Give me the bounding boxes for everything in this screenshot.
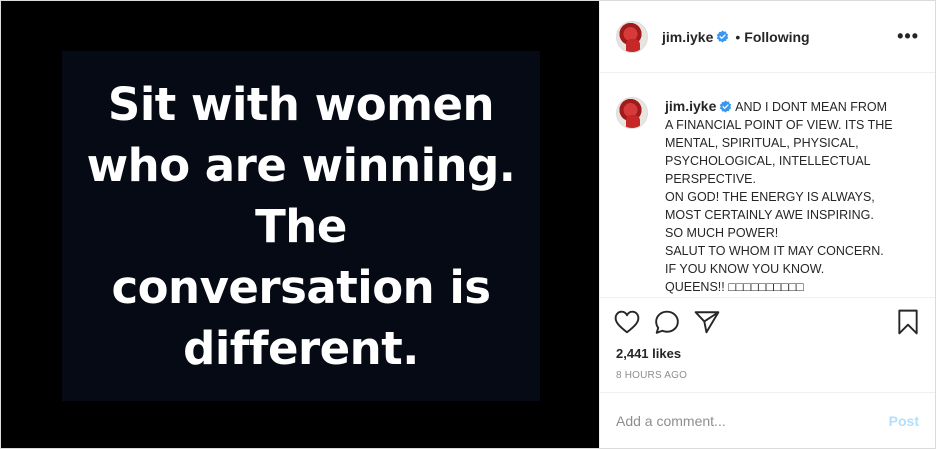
caption-section: jim.iyke AND I DONT MEAN FROM A FINANCIA… xyxy=(600,73,935,298)
caption-line: PSYCHOLOGICAL, INTELLECTUAL xyxy=(665,154,871,168)
avatar[interactable] xyxy=(616,20,648,53)
caption-line: SALUT TO WHOM IT MAY CONCERN. xyxy=(665,244,884,258)
post-comment-button[interactable]: Post xyxy=(889,413,919,429)
caption-line: PERSPECTIVE. xyxy=(665,172,756,186)
caption-line: SO MUCH POWER! xyxy=(665,226,779,240)
heart-icon xyxy=(614,310,640,334)
instagram-post: Sit with women who are winning. The conv… xyxy=(0,0,936,449)
quote-line: The xyxy=(255,199,347,253)
caption-line: MENTAL, SPIRITUAL, PHYSICAL, xyxy=(665,136,859,150)
caption-avatar[interactable] xyxy=(616,97,648,129)
quote-image: Sit with women who are winning. The conv… xyxy=(62,51,540,401)
comment-button[interactable] xyxy=(652,307,682,337)
header-username[interactable]: jim.iyke xyxy=(662,29,713,45)
separator-dot: • xyxy=(735,28,741,45)
caption-line: IF YOU KNOW YOU KNOW. xyxy=(665,262,825,276)
save-button[interactable] xyxy=(893,307,923,337)
quote-text: Sit with women who are winning. The conv… xyxy=(77,74,526,379)
caption-line: ON GOD! THE ENERGY IS ALWAYS, xyxy=(665,190,875,204)
post-sidebar: jim.iyke • Following ••• jim.iyke AND I … xyxy=(599,1,935,448)
following-button[interactable]: Following xyxy=(744,29,809,45)
caption-text: jim.iyke AND I DONT MEAN FROM A FINANCIA… xyxy=(665,97,893,297)
bookmark-icon xyxy=(898,309,918,335)
comment-bar: Post xyxy=(600,392,935,448)
verified-badge-icon xyxy=(717,30,729,43)
caption-username[interactable]: jim.iyke xyxy=(665,98,716,114)
post-media[interactable]: Sit with women who are winning. The conv… xyxy=(1,1,599,448)
verified-badge-icon xyxy=(720,100,732,113)
quote-line: conversation is xyxy=(111,260,491,314)
caption-line: A FINANCIAL POINT OF VIEW. ITS THE xyxy=(665,118,893,132)
like-button[interactable] xyxy=(612,307,642,337)
post-timestamp[interactable]: 8 HOURS AGO xyxy=(600,364,935,392)
comment-bubble-icon xyxy=(655,310,679,334)
quote-line: Sit with women xyxy=(107,77,495,131)
share-button[interactable] xyxy=(692,307,722,337)
caption-first-line: jim.iyke AND I DONT MEAN FROM xyxy=(665,97,893,116)
caption-line: AND I DONT MEAN FROM xyxy=(735,100,888,114)
comment-input[interactable] xyxy=(616,412,889,429)
caption-line: QUEENS!! □□□□□□□□□□ xyxy=(665,280,804,294)
paper-plane-icon xyxy=(694,311,720,334)
like-count[interactable]: 2,441 likes xyxy=(600,346,935,364)
quote-line: different. xyxy=(183,321,419,375)
quote-line: who are winning. xyxy=(86,138,516,192)
caption-line: MOST CERTAINLY AWE INSPIRING. xyxy=(665,208,874,222)
post-header: jim.iyke • Following ••• xyxy=(600,1,935,73)
action-bar xyxy=(600,298,935,346)
more-options-icon[interactable]: ••• xyxy=(897,26,919,47)
